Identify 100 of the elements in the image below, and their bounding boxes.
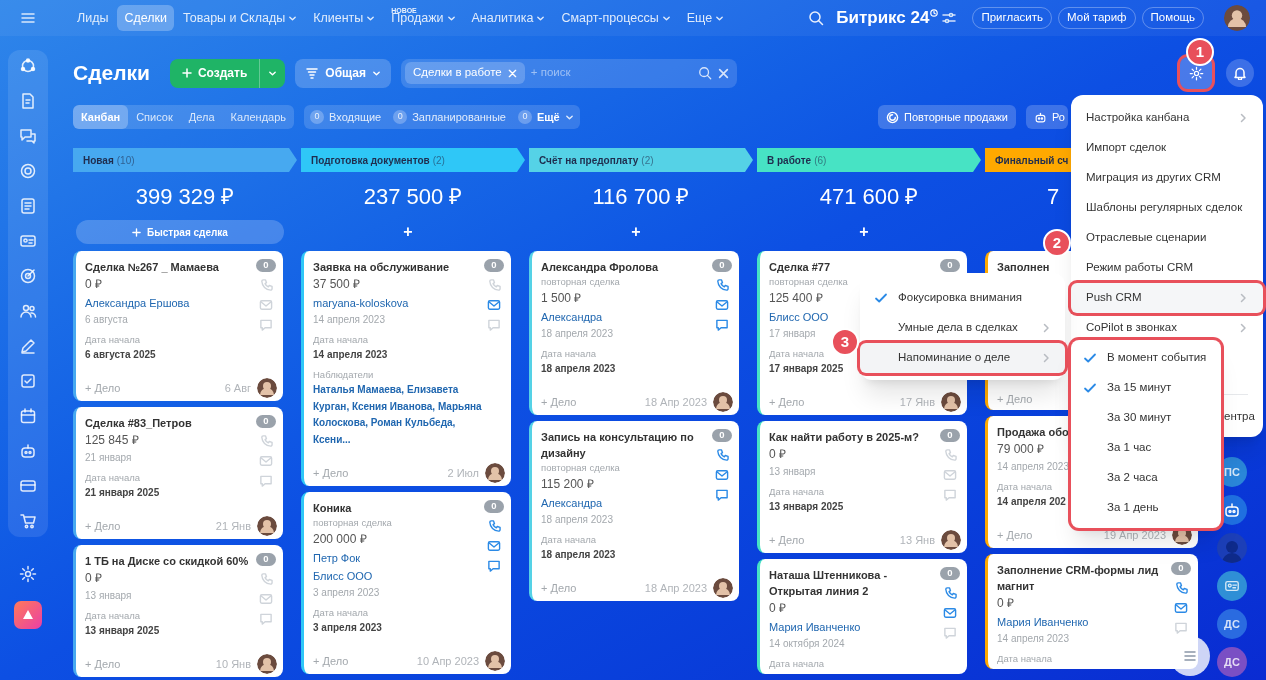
field-label: Дата начала (541, 347, 597, 361)
column-count: (6) (814, 153, 827, 168)
card-date: 14 апреля 2023 (997, 632, 1069, 646)
card-title: Александра Фролова (541, 260, 658, 275)
card-amount: 1 500 ₽ (541, 290, 582, 307)
field-label: Дата начала (85, 333, 141, 347)
activity-date: 21 Янв (215, 518, 251, 534)
counter-badge: 0 (256, 415, 276, 428)
counter-badge: 0 (712, 259, 732, 272)
filter-tag: Сделки в работе (405, 62, 525, 84)
activity-date: 17 Янв (899, 394, 935, 410)
column-title: Финальный сч (995, 153, 1069, 168)
card-amount: 0 ₽ (997, 595, 1014, 612)
column-title: Подготовка документов (311, 153, 430, 168)
start-date: 3 апреля 2023 (313, 621, 382, 635)
count-badge: 0 (517, 110, 532, 124)
activity-date: 19 Апр 2023 (1103, 527, 1166, 543)
callout-badge: 2 (1043, 229, 1071, 257)
count-badge: 0 (310, 110, 325, 124)
field-label: Наблюдатели (313, 368, 374, 382)
card-amount: 79 000 ₽ (997, 441, 1045, 458)
callout-badge: 1 (1186, 38, 1214, 66)
column-total: 471 600 ₽ (819, 182, 919, 211)
activity-date: 18 Апр 2023 (644, 580, 707, 596)
counter-badge: 0 (940, 259, 960, 272)
start-date: 13 января 2025 (85, 624, 160, 638)
column-title: Счёт на предоплату (539, 153, 639, 168)
card-title: Коника (313, 501, 352, 516)
column-count: (2) (432, 153, 445, 168)
card-title: Запись на консультацию по дизайну (541, 430, 695, 461)
card-title: Сделка #77 (769, 260, 831, 275)
counter-badge: 0 (484, 259, 504, 272)
count-badge: 0 (393, 110, 408, 124)
page-title: Сделки (73, 60, 150, 87)
field-label: Дата начала (769, 657, 825, 671)
start-date: 6 августа 2025 (85, 348, 156, 362)
card-subtitle: повторная сделка (541, 275, 620, 289)
card-amount: 200 000 ₽ (313, 531, 367, 548)
field-label: Дата начала (85, 609, 141, 623)
card-title: Заполнен (997, 260, 1050, 275)
column-total: 7 (1047, 182, 1060, 211)
column-title: В работе (767, 153, 812, 168)
counter-badge: 0 (940, 567, 960, 580)
card-amount: 125 400 ₽ (769, 290, 823, 307)
counter-badge: 0 (484, 500, 504, 513)
card-date: 14 апреля 2023 (313, 313, 385, 327)
field-label: Дата начала (769, 485, 825, 499)
card-amount: 115 200 ₽ (541, 476, 594, 493)
card-subtitle: повторная сделка (313, 516, 392, 530)
field-label: Дата начала (541, 533, 597, 547)
counter-badge: 0 (256, 553, 276, 566)
start-date: 14 апреля 202 (997, 495, 1066, 509)
start-date: 18 апреля 2023 (541, 362, 616, 376)
counter-badge: 0 (712, 429, 732, 442)
start-date: 14 апреля 2023 (313, 348, 388, 362)
counter-badge: 0 (940, 429, 960, 442)
start-date: 13 января 2025 (769, 500, 844, 514)
column-total: 399 329 ₽ (135, 182, 235, 211)
card-title: Наташа Штенникова - Открытая линия 2 (769, 568, 889, 599)
field-label: Дата начала (997, 652, 1053, 666)
card-date: 18 апреля 2023 (541, 513, 613, 527)
card-title: 1 ТБ на Диске со скидкой 60% (85, 554, 249, 569)
card-date: 14 октября 2024 (769, 637, 845, 651)
field-label: Дата начала (85, 471, 141, 485)
column-title: Новая (83, 153, 114, 168)
card-amount: 0 ₽ (85, 570, 102, 587)
card-date: 18 апреля 2023 (541, 327, 613, 341)
card-date: 13 января (769, 465, 816, 479)
card-amount: 125 845 ₽ (85, 432, 139, 449)
card-title: Заявка на обслуживание (313, 260, 450, 275)
card-subtitle: повторная сделка (769, 275, 848, 289)
start-date: 17 января 2025 (769, 362, 844, 376)
card-date: 17 января (769, 327, 816, 341)
column-total: 116 700 ₽ (592, 182, 690, 211)
start-date: 21 января 2025 (85, 486, 160, 500)
card-subtitle: повторная сделка (541, 461, 620, 475)
activity-date: 13 Янв (899, 532, 935, 548)
card-date: 14 апреля 2023 (997, 460, 1069, 474)
card-title: Сделка №267 _ Мамаева (85, 260, 219, 275)
card-title: Продажа обо (997, 425, 1069, 440)
card-date: 3 апреля 2023 (313, 586, 380, 600)
card-amount: 0 ₽ (769, 600, 786, 617)
activity-date: 6 Авг (224, 380, 251, 396)
column-total: 237 500 ₽ (363, 182, 463, 211)
counter-badge: 0 (256, 259, 276, 272)
field-label: Дата начала (313, 606, 369, 620)
field-label: Дата начала (769, 347, 825, 361)
brand-logo: Битрикс 24 (836, 7, 930, 30)
card-amount: 0 ₽ (769, 446, 786, 463)
activity-date: 10 Янв (215, 656, 251, 672)
card-amount: 37 500 ₽ (313, 276, 361, 293)
start-date: 18 апреля 2023 (541, 548, 616, 562)
card-date: 21 января (85, 451, 132, 465)
column-count: (2) (641, 153, 654, 168)
card-amount: 0 ₽ (85, 276, 102, 293)
column-count: (10) (116, 153, 135, 168)
activity-date: 2 Июл (447, 465, 479, 481)
card-date: 6 августа (85, 313, 128, 327)
counter-badge: 0 (1171, 562, 1191, 575)
card-date: 13 января (85, 589, 132, 603)
